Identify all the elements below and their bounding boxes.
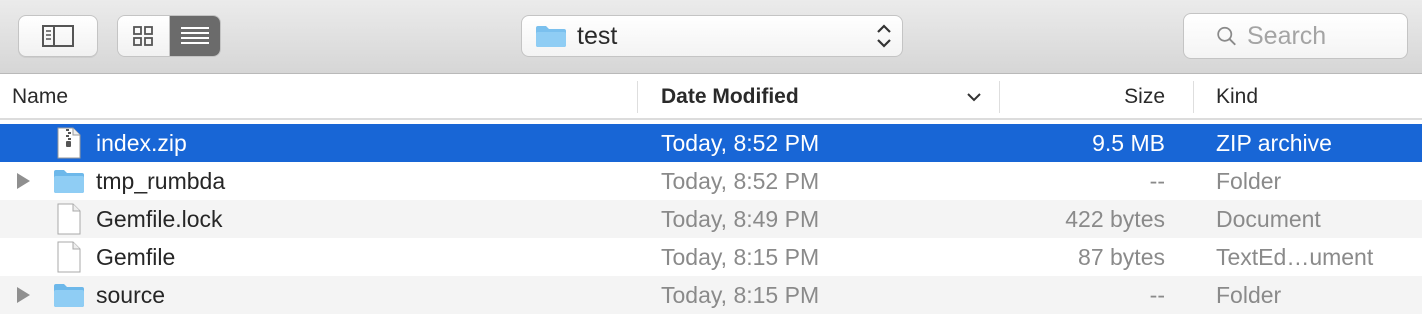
search-input[interactable]: [1247, 21, 1407, 51]
file-size: --: [1149, 167, 1165, 194]
column-header-kind-label: Kind: [1216, 84, 1259, 108]
file-name: Gemfile: [96, 243, 176, 270]
path-popup-button[interactable]: test: [521, 15, 903, 57]
column-divider[interactable]: [637, 81, 638, 113]
document-icon: [57, 241, 81, 273]
column-header-size-label: Size: [1124, 84, 1165, 108]
file-kind: Document: [1216, 205, 1321, 232]
disclosure-triangle-icon[interactable]: [17, 173, 30, 189]
column-header-name[interactable]: Name: [12, 75, 632, 118]
folder-icon: [54, 284, 84, 307]
column-header: Name Date Modified Size Kind: [0, 75, 1422, 120]
column-header-size[interactable]: Size: [1003, 75, 1165, 118]
column-header-kind[interactable]: Kind: [1216, 75, 1416, 118]
file-name: Gemfile.lock: [96, 205, 223, 232]
folder-icon: [54, 170, 84, 193]
file-size: 9.5 MB: [1092, 129, 1165, 156]
search-icon: [1217, 26, 1236, 46]
file-list: index.zip Today, 8:52 PM 9.5 MB ZIP arch…: [0, 124, 1422, 314]
file-date: Today, 8:15 PM: [661, 243, 820, 270]
chevron-down-icon: [967, 93, 981, 102]
file-name: tmp_rumbda: [96, 167, 226, 194]
file-row[interactable]: Gemfile Today, 8:15 PM 87 bytes TextEd…u…: [0, 238, 1422, 276]
column-header-name-label: Name: [12, 84, 69, 108]
column-divider[interactable]: [1193, 81, 1194, 113]
disclosure-triangle-icon[interactable]: [17, 287, 30, 303]
sidebar-icon: [42, 25, 74, 47]
zip-file-icon: [57, 127, 81, 159]
column-header-date-modified[interactable]: Date Modified: [661, 75, 991, 118]
file-name: index.zip: [96, 129, 187, 156]
search-field[interactable]: [1183, 13, 1408, 59]
file-date: Today, 8:52 PM: [661, 129, 820, 156]
list-view-button[interactable]: [169, 16, 220, 56]
file-kind: Folder: [1216, 167, 1282, 194]
file-row[interactable]: tmp_rumbda Today, 8:52 PM -- Folder: [0, 162, 1422, 200]
file-date: Today, 8:52 PM: [661, 167, 820, 194]
file-kind: ZIP archive: [1216, 129, 1332, 156]
chevron-updown-icon: [877, 24, 891, 48]
list-icon: [180, 27, 209, 44]
file-kind: Folder: [1216, 281, 1282, 308]
icon-view-button[interactable]: [118, 16, 170, 56]
file-date: Today, 8:49 PM: [661, 205, 820, 232]
file-row[interactable]: index.zip Today, 8:52 PM 9.5 MB ZIP arch…: [0, 124, 1422, 162]
file-date: Today, 8:15 PM: [661, 281, 820, 308]
file-kind: TextEd…ument: [1216, 243, 1374, 270]
column-divider[interactable]: [999, 81, 1000, 113]
toolbar: test: [0, 0, 1422, 74]
file-size: 422 bytes: [1065, 205, 1165, 232]
file-size: --: [1149, 281, 1165, 308]
file-name: source: [96, 281, 166, 308]
document-icon: [57, 203, 81, 235]
file-row[interactable]: Gemfile.lock Today, 8:49 PM 422 bytes Do…: [0, 200, 1422, 238]
file-row[interactable]: source Today, 8:15 PM -- Folder: [0, 276, 1422, 314]
file-size: 87 bytes: [1078, 243, 1165, 270]
current-folder-label: test: [577, 21, 618, 50]
toggle-sidebar-button[interactable]: [18, 15, 98, 57]
column-header-date-label: Date Modified: [661, 84, 799, 108]
grid-icon: [133, 26, 154, 46]
folder-icon: [536, 26, 566, 47]
view-mode-control: [117, 15, 221, 57]
